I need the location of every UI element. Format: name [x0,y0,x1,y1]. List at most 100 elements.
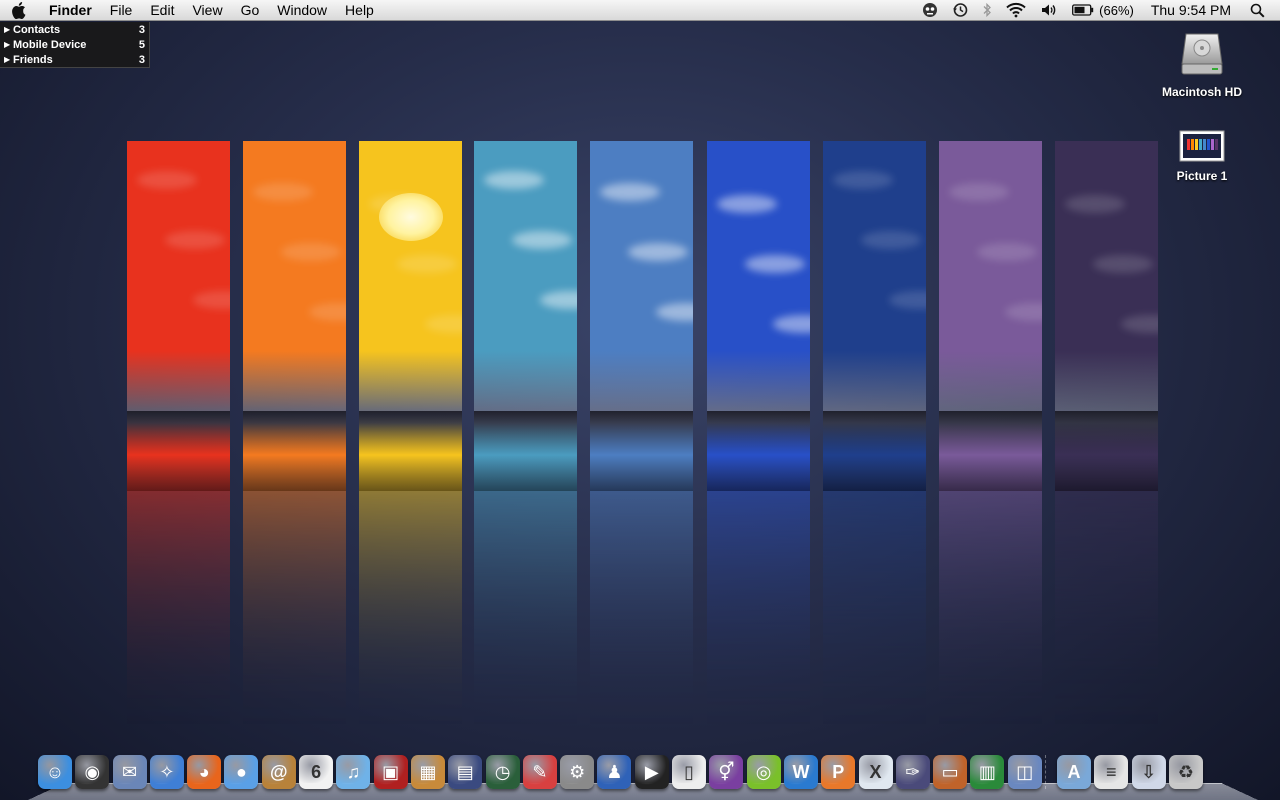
group-count: 3 [138,23,145,36]
contacts-group-friends[interactable]: ▶ Friends 3 [0,52,149,67]
panel-cloud [1093,255,1153,273]
panel-horizon [474,411,577,491]
wallpaper-panel-reflection [939,491,1042,731]
iphoto-icon[interactable]: ▦ [410,755,445,789]
menu-go[interactable]: Go [232,0,269,21]
menu-view[interactable]: View [183,0,231,21]
panel-cloud [512,231,572,249]
gender-icon[interactable]: ⚥ [709,755,744,789]
wallpaper-panel [1055,141,1158,491]
system-preferences-icon[interactable]: ⚙ [560,755,595,789]
menu-edit[interactable]: Edit [141,0,183,21]
disclosure-triangle-icon: ▶ [4,40,11,49]
apple-menu-icon[interactable] [0,0,40,21]
panel-horizon [707,411,810,491]
wallpaper-panel-reflection [1055,491,1158,731]
image-capture-icon[interactable]: ◫ [1007,755,1042,789]
script-editor-icon[interactable]: ✑ [895,755,930,789]
address-book-icon[interactable]: @ [261,755,296,789]
finder-icon[interactable]: ☺ [38,755,72,789]
menu-bar: Finder File Edit View Go Window Help (66… [0,0,1280,21]
panel-cloud [977,243,1037,261]
panel-cloud [628,243,688,261]
wallpaper-panel-reflection [359,491,462,731]
documents-stack-icon[interactable]: ≡ [1094,755,1129,789]
panel-cloud [1065,195,1125,213]
panel-cloud [656,303,693,321]
wallpaper-panel-reflection [707,491,810,731]
trash-icon[interactable]: ♻ [1168,755,1203,789]
wallpaper-panel-reflection [590,491,693,731]
panel-cloud [309,303,346,321]
safari-icon[interactable]: ✧ [149,755,184,789]
panel-cloud [889,291,926,309]
sun-glow [379,193,443,241]
wifi-icon[interactable] [999,0,1033,21]
dashboard-icon[interactable]: ◉ [75,755,110,789]
mail-icon[interactable]: ✉ [112,755,147,789]
group-name: Friends [13,53,53,66]
panel-horizon [939,411,1042,491]
panel-horizon [127,411,230,491]
app-menu-finder[interactable]: Finder [40,0,101,21]
time-machine-status-icon[interactable] [945,0,975,21]
panel-horizon [359,411,462,491]
panel-cloud [193,291,230,309]
wallpaper-panel [127,141,230,491]
wallpaper-panel-reflection [474,491,577,731]
numbers-icon[interactable]: ▥ [970,755,1005,789]
panel-cloud [600,183,660,201]
panel-cloud [540,291,577,309]
contacts-group-contacts[interactable]: ▶ Contacts 3 [0,22,149,37]
panel-cloud [253,183,313,201]
panel-cloud [949,183,1009,201]
excel-icon[interactable]: X [858,755,893,789]
dock: ☺ ◉ ✉ ✧ ◕ ● @6 ♫ ▣ ▦ ▤ ◷ ✎ ⚙ ♟ ▶ ▯ ⚥ ◎ W P X ✑ ▭ ▥ ◫ A ≡ ⇩ ♻ [38,749,1206,789]
spaces-icon[interactable]: ▤ [448,755,483,789]
desktop-icon-picture-1[interactable]: Picture 1 [1147,130,1257,183]
panel-horizon [1055,411,1158,491]
wallpaper-panel [823,141,926,491]
keynote-icon[interactable]: ▭ [933,755,968,789]
downloads-stack-icon[interactable]: ⇩ [1131,755,1166,789]
dock-separator[interactable] [1045,755,1051,789]
contacts-group-mobile-device[interactable]: ▶ Mobile Device 5 [0,37,149,52]
panel-cloud [397,255,457,273]
applications-folder-icon[interactable]: A [1057,755,1092,789]
menu-file[interactable]: File [101,0,142,21]
firefox-icon[interactable]: ◕ [187,755,222,789]
volume-icon[interactable] [1033,0,1065,21]
menu-help[interactable]: Help [336,0,383,21]
preview-icon[interactable]: ✎ [522,755,557,789]
wallpaper-panel [359,141,462,491]
alien-menu-extra-icon[interactable] [915,0,945,21]
panel-cloud [745,255,805,273]
desktop-icon-label: Macintosh HD [1161,85,1242,99]
adium-icon[interactable]: ♟ [597,755,632,789]
bluetooth-icon[interactable] [975,0,999,21]
battery-status[interactable]: (66%) [1065,0,1141,21]
itunes-icon[interactable]: ♫ [336,755,371,789]
photo-booth-icon[interactable]: ▣ [373,755,408,789]
hard-drive-icon [1180,30,1224,81]
panel-cloud [1005,303,1042,321]
word-icon[interactable]: W [783,755,818,789]
group-count: 5 [138,38,145,51]
desktop-icon-macintosh-hd[interactable]: Macintosh HD [1147,30,1257,99]
wallpaper-panel-reflection [127,491,230,731]
time-machine-icon[interactable]: ◷ [485,755,520,789]
quicktime-icon[interactable]: ▶ [634,755,669,789]
dictionary-icon[interactable]: ▯ [672,755,707,789]
ichat-icon[interactable]: ● [224,755,259,789]
panel-cloud [165,231,225,249]
menu-clock[interactable]: Thu 9:54 PM [1141,0,1243,21]
powerpoint-icon[interactable]: P [821,755,856,789]
wallpaper-panel [474,141,577,491]
spotlight-icon[interactable] [1243,0,1272,21]
battery-icon [1072,4,1094,16]
panel-cloud [717,195,777,213]
ical-icon[interactable]: 6 [299,755,334,789]
limewire-icon[interactable]: ◎ [746,755,781,789]
menu-window[interactable]: Window [268,0,336,21]
group-name: Contacts [13,23,61,36]
